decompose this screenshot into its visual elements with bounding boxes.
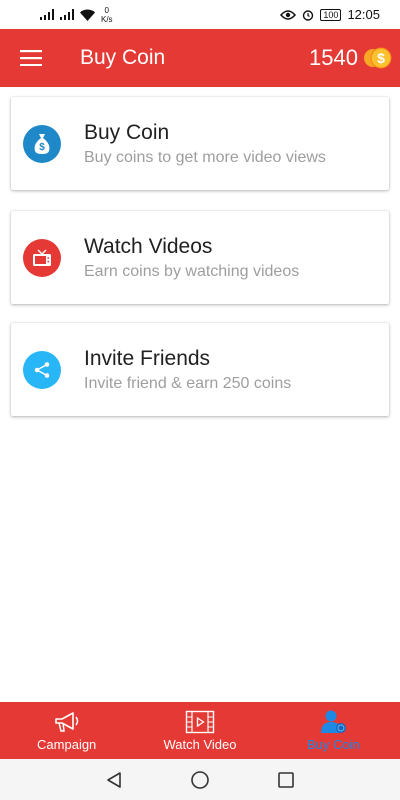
coin-balance-value: 1540 bbox=[309, 45, 358, 70]
status-right: 100 12:05 bbox=[280, 7, 380, 22]
svg-text:$: $ bbox=[377, 50, 385, 66]
recents-button[interactable] bbox=[275, 769, 297, 791]
card-text: Buy Coin Buy coins to get more video vie… bbox=[84, 121, 326, 167]
share-icon bbox=[23, 350, 61, 389]
nav-label: Watch Video bbox=[163, 737, 237, 752]
nav-label: Campaign bbox=[37, 737, 97, 752]
nav-watch-video[interactable]: Watch Video bbox=[133, 702, 266, 759]
card-subtitle: Earn coins by watching videos bbox=[84, 262, 300, 280]
network-speed: 0 K/s bbox=[101, 6, 113, 24]
card-title: Watch Videos bbox=[84, 234, 213, 258]
home-button[interactable] bbox=[189, 769, 211, 791]
network-speed-value: 0 bbox=[104, 5, 109, 15]
app-bar: Buy Coin 1540 $ bbox=[0, 29, 400, 87]
recents-square-icon bbox=[278, 771, 294, 788]
signal-icon bbox=[60, 9, 74, 20]
watch-videos-card[interactable]: Watch Videos Earn coins by watching vide… bbox=[11, 211, 389, 304]
page-title: Buy Coin bbox=[80, 46, 166, 69]
status-left: 0 K/s bbox=[40, 6, 113, 24]
system-navigation-bar bbox=[0, 759, 400, 800]
home-circle-icon bbox=[191, 770, 209, 789]
back-button[interactable] bbox=[103, 769, 125, 791]
eye-icon bbox=[280, 9, 297, 20]
megaphone-icon bbox=[53, 709, 81, 735]
card-subtitle: Buy coins to get more video views bbox=[84, 148, 326, 166]
wifi-icon bbox=[80, 9, 95, 21]
alarm-icon bbox=[303, 9, 314, 21]
hamburger-icon bbox=[20, 50, 42, 66]
coins-icon: $ bbox=[364, 47, 392, 69]
menu-button[interactable] bbox=[0, 29, 62, 87]
card-text: Watch Videos Earn coins by watching vide… bbox=[84, 235, 299, 281]
status-bar: 0 K/s 100 12:05 bbox=[0, 0, 400, 29]
back-triangle-icon bbox=[107, 771, 121, 788]
tv-icon bbox=[23, 238, 61, 277]
signal-icon bbox=[40, 9, 54, 20]
money-bag-icon: $ bbox=[23, 124, 61, 163]
video-film-icon bbox=[185, 709, 215, 735]
coin-balance: 1540 $ bbox=[309, 45, 394, 71]
nav-campaign[interactable]: Campaign bbox=[0, 702, 133, 759]
bottom-navigation: Campaign Watch Video Buy Coin bbox=[0, 702, 400, 759]
card-subtitle: Invite friend & earn 250 coins bbox=[84, 374, 292, 392]
invite-friends-card[interactable]: Invite Friends Invite friend & earn 250 … bbox=[11, 323, 389, 416]
network-speed-unit: K/s bbox=[101, 14, 113, 24]
card-title: Buy Coin bbox=[84, 120, 170, 144]
nav-label: Buy Coin bbox=[306, 737, 360, 752]
buy-coin-card[interactable]: $ Buy Coin Buy coins to get more video v… bbox=[11, 97, 389, 190]
coin-user-icon bbox=[318, 709, 348, 735]
battery-indicator: 100 bbox=[320, 8, 342, 21]
card-text: Invite Friends Invite friend & earn 250 … bbox=[84, 347, 291, 393]
card-title: Invite Friends bbox=[84, 346, 211, 370]
clock: 12:05 bbox=[347, 7, 380, 22]
main-content: $ Buy Coin Buy coins to get more video v… bbox=[0, 87, 400, 702]
nav-buy-coin[interactable]: Buy Coin bbox=[267, 702, 400, 759]
svg-text:$: $ bbox=[39, 142, 45, 153]
